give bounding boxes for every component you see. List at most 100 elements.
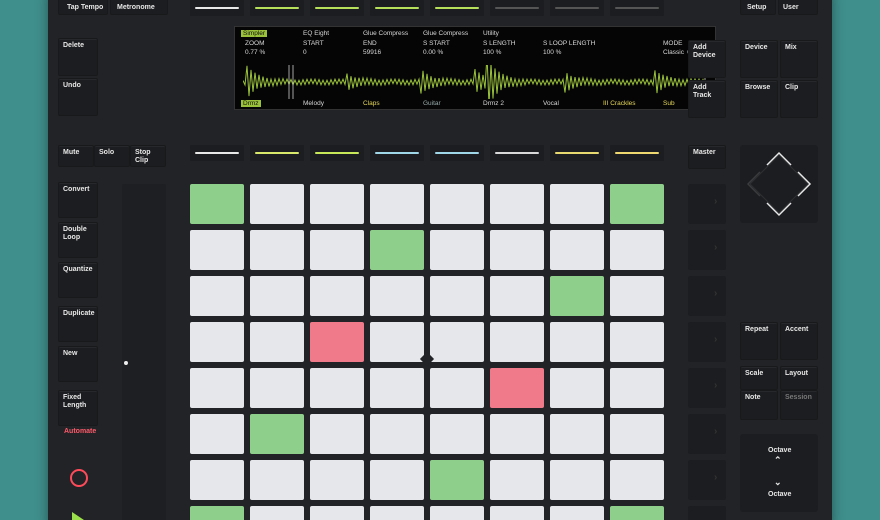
top-display-button-6[interactable] — [490, 0, 544, 16]
pad[interactable] — [370, 414, 424, 454]
duplicate-button[interactable]: Duplicate — [58, 306, 98, 342]
pad[interactable] — [610, 322, 664, 362]
pad[interactable] — [310, 414, 364, 454]
pad[interactable] — [190, 322, 244, 362]
octave-down-label[interactable]: Octave — [768, 491, 791, 499]
track-select-button-6[interactable] — [490, 145, 544, 161]
tap-tempo-button[interactable]: Tap Tempo — [58, 0, 108, 15]
pad[interactable] — [610, 460, 664, 500]
pad[interactable] — [190, 276, 244, 316]
pad[interactable] — [310, 460, 364, 500]
accent-button[interactable]: Accent — [780, 322, 818, 360]
top-display-button-4[interactable] — [370, 0, 424, 16]
pad[interactable] — [430, 460, 484, 500]
pad[interactable] — [190, 184, 244, 224]
undo-button[interactable]: Undo — [58, 78, 98, 116]
arrow-dpad-icon[interactable] — [740, 145, 818, 223]
chevron-up-icon[interactable]: ⌃ — [774, 456, 782, 465]
pad[interactable] — [610, 368, 664, 408]
scene-launch-button[interactable]: › — [688, 414, 726, 454]
pad[interactable] — [190, 506, 244, 520]
pad[interactable] — [490, 322, 544, 362]
session-button[interactable]: Session — [780, 390, 818, 420]
pad[interactable] — [250, 184, 304, 224]
pad[interactable] — [250, 230, 304, 270]
repeat-button[interactable]: Repeat — [740, 322, 778, 360]
top-display-button-5[interactable] — [430, 0, 484, 16]
automate-button[interactable]: Automate — [64, 428, 96, 436]
quantize-button[interactable]: Quantize — [58, 262, 98, 298]
pad[interactable] — [490, 460, 544, 500]
pad[interactable] — [310, 230, 364, 270]
pad[interactable] — [490, 184, 544, 224]
pad[interactable] — [550, 506, 604, 520]
octave-up-label[interactable]: Octave — [768, 447, 791, 455]
pad[interactable] — [310, 506, 364, 520]
record-icon[interactable] — [70, 469, 88, 487]
pad[interactable] — [490, 230, 544, 270]
delete-button[interactable]: Delete — [58, 38, 98, 76]
pad[interactable] — [610, 230, 664, 270]
pad[interactable] — [610, 184, 664, 224]
double-loop-button[interactable]: Double Loop — [58, 222, 98, 258]
track-select-button-2[interactable] — [250, 145, 304, 161]
pad[interactable] — [610, 276, 664, 316]
note-button[interactable]: Note — [740, 390, 778, 420]
pad[interactable] — [250, 460, 304, 500]
top-display-button-3[interactable] — [310, 0, 364, 16]
pad[interactable] — [370, 184, 424, 224]
pad[interactable] — [430, 506, 484, 520]
pad[interactable] — [430, 184, 484, 224]
pad[interactable] — [370, 368, 424, 408]
pad[interactable] — [310, 322, 364, 362]
pad[interactable] — [550, 322, 604, 362]
pad[interactable] — [250, 414, 304, 454]
pad[interactable] — [550, 276, 604, 316]
scale-button[interactable]: Scale — [740, 366, 778, 390]
pad[interactable] — [550, 414, 604, 454]
pad[interactable] — [250, 322, 304, 362]
pad[interactable] — [250, 276, 304, 316]
setup-button[interactable]: Setup — [740, 0, 776, 15]
track-select-button-4[interactable] — [370, 145, 424, 161]
pad[interactable] — [370, 276, 424, 316]
pad[interactable] — [250, 506, 304, 520]
top-display-button-1[interactable] — [190, 0, 244, 16]
pad[interactable] — [610, 414, 664, 454]
pad[interactable] — [370, 460, 424, 500]
layout-button[interactable]: Layout — [780, 366, 818, 390]
pad[interactable] — [310, 368, 364, 408]
top-display-button-2[interactable] — [250, 0, 304, 16]
clip-button[interactable]: Clip — [780, 80, 818, 118]
convert-button[interactable]: Convert — [58, 182, 98, 218]
pad[interactable] — [430, 276, 484, 316]
pad[interactable] — [190, 368, 244, 408]
scene-launch-button[interactable]: › — [688, 184, 726, 224]
scene-launch-button[interactable]: › — [688, 506, 726, 520]
pad[interactable] — [370, 506, 424, 520]
pad[interactable] — [610, 506, 664, 520]
new-button[interactable]: New — [58, 346, 98, 382]
pad[interactable] — [310, 184, 364, 224]
top-display-button-8[interactable] — [610, 0, 664, 16]
pad[interactable] — [490, 276, 544, 316]
pad[interactable] — [550, 184, 604, 224]
master-button[interactable]: Master — [688, 145, 726, 169]
track-select-button-7[interactable] — [550, 145, 604, 161]
track-select-button-3[interactable] — [310, 145, 364, 161]
fixed-length-button[interactable]: Fixed Length — [58, 390, 98, 426]
touch-strip[interactable] — [122, 184, 166, 520]
track-select-button-5[interactable] — [430, 145, 484, 161]
scene-launch-button[interactable]: › — [688, 322, 726, 362]
pad[interactable] — [430, 322, 484, 362]
pad[interactable] — [550, 460, 604, 500]
scene-launch-button[interactable]: › — [688, 230, 726, 270]
pad[interactable] — [490, 506, 544, 520]
pad[interactable] — [250, 368, 304, 408]
scene-launch-button[interactable]: › — [688, 460, 726, 500]
pad[interactable] — [490, 414, 544, 454]
top-display-button-7[interactable] — [550, 0, 604, 16]
pad[interactable] — [430, 368, 484, 408]
scene-launch-button[interactable]: › — [688, 368, 726, 408]
add-device-button[interactable]: Add Device — [688, 40, 726, 78]
